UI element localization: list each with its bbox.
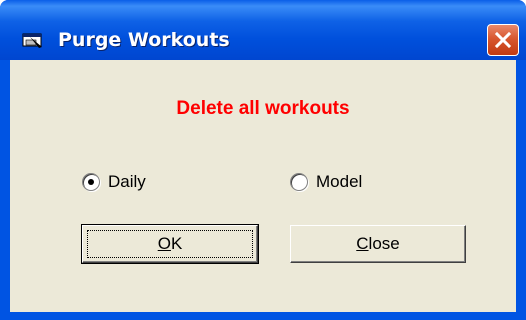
- radio-daily[interactable]: Daily: [82, 170, 172, 194]
- radio-daily-circle[interactable]: [82, 173, 100, 191]
- close-button-label-rest: lose: [368, 234, 400, 253]
- close-button-mnemonic: C: [356, 234, 369, 253]
- ok-button-label: OK: [83, 226, 257, 262]
- purge-workouts-window: Purge Workouts Delete all workouts Daily…: [0, 0, 526, 320]
- radio-model-circle[interactable]: [290, 173, 308, 191]
- dialog-body: Delete all workouts Daily Model OK Close: [10, 60, 516, 312]
- ok-button[interactable]: OK: [81, 224, 259, 264]
- close-window-button[interactable]: [487, 24, 519, 56]
- radio-model[interactable]: Model: [290, 170, 390, 194]
- window-title: Purge Workouts: [58, 29, 230, 51]
- title-bar[interactable]: Purge Workouts: [0, 0, 526, 60]
- radio-selected-dot: [88, 179, 94, 185]
- close-button[interactable]: Close: [290, 225, 466, 263]
- radio-model-label: Model: [316, 172, 363, 191]
- dialog-heading: Delete all workouts: [176, 98, 350, 119]
- app-window-icon: [22, 33, 44, 49]
- close-button-label: Close: [291, 226, 465, 262]
- ok-button-mnemonic: O: [157, 234, 171, 253]
- ok-button-label-rest: K: [170, 234, 183, 253]
- radio-daily-label: Daily: [108, 172, 146, 191]
